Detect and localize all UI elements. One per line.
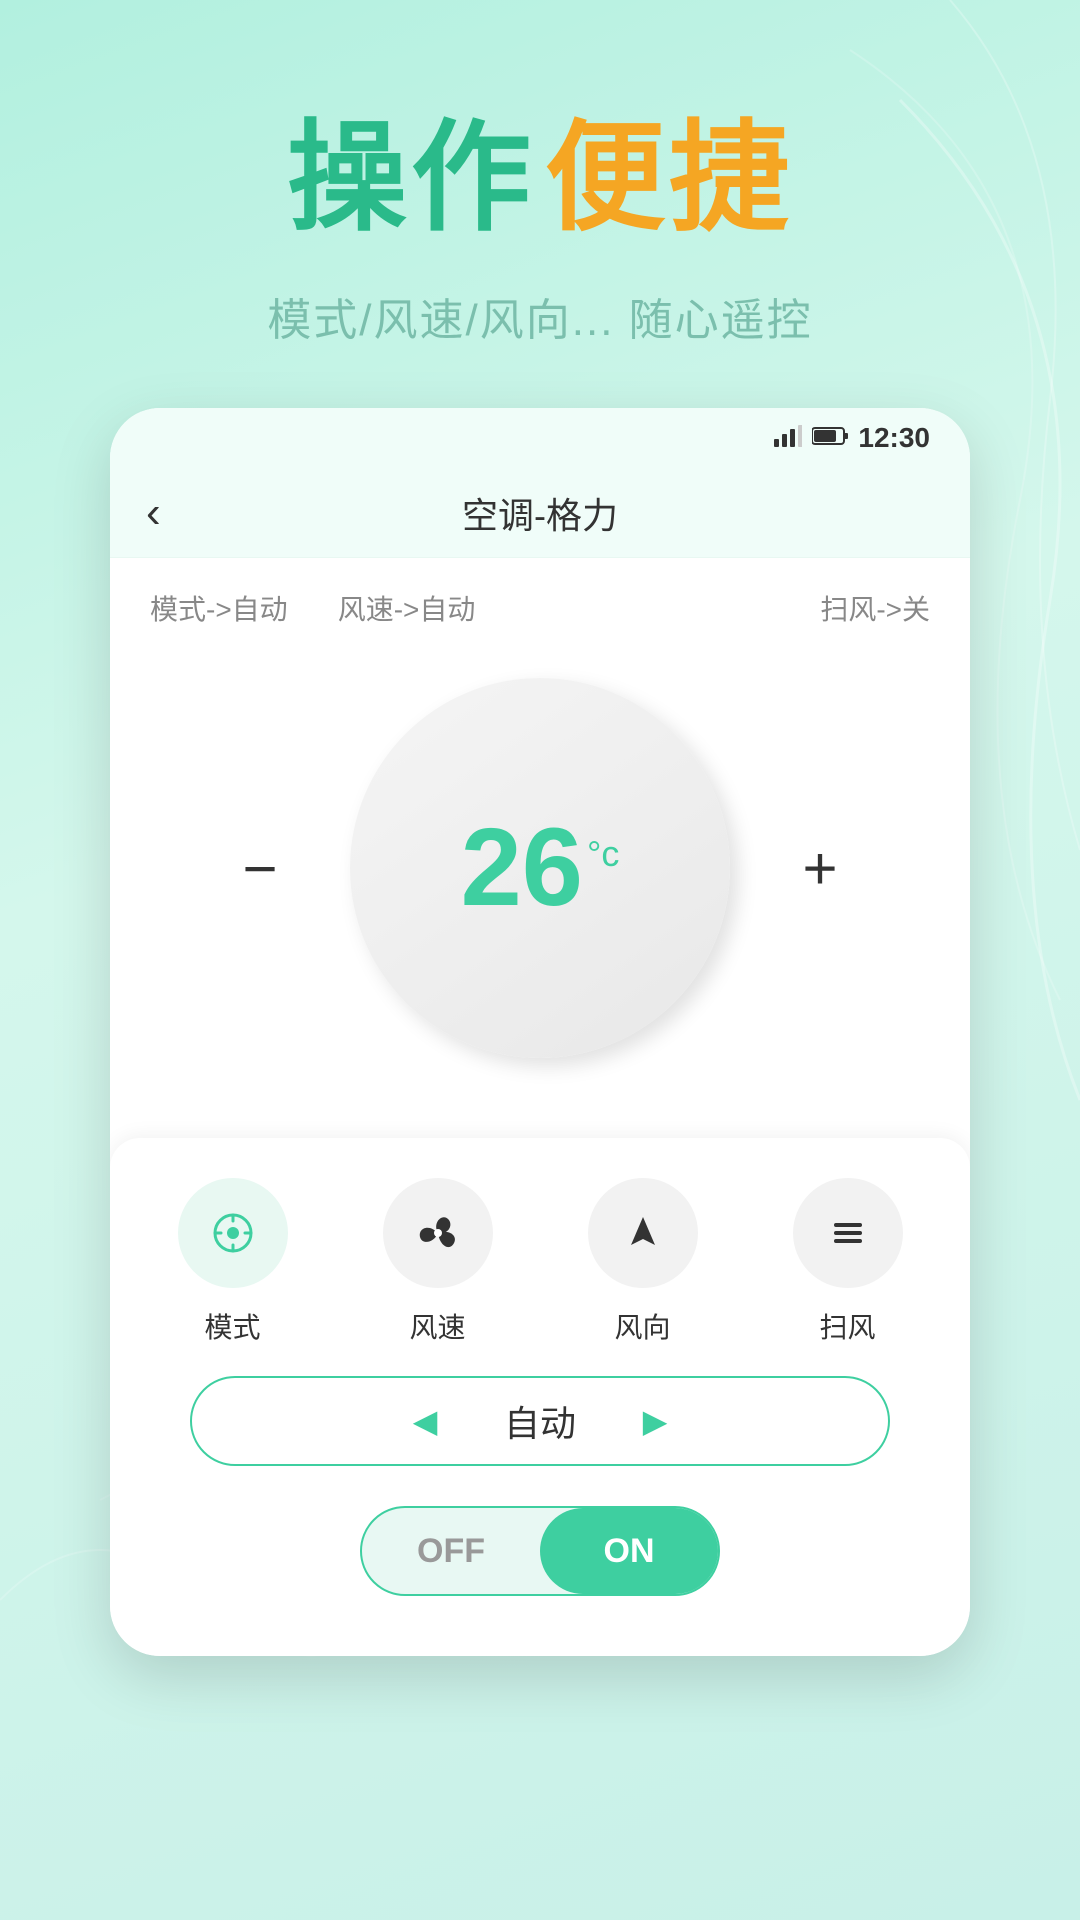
mode-info-right: 扫风->关	[820, 588, 930, 628]
status-time: 12:30	[858, 422, 930, 454]
temp-increase-button[interactable]: +	[780, 828, 860, 908]
mode-selector-value: 自动	[480, 1395, 600, 1447]
wind-dir-icon-circle	[588, 1178, 698, 1288]
power-toggle[interactable]: OFF ON	[360, 1506, 720, 1596]
direction-icon	[617, 1207, 669, 1259]
mode-info-left: 模式->自动 风速->自动	[150, 588, 475, 628]
mode-selector: ◀ 自动 ▶	[190, 1376, 890, 1466]
mode-icon-circle	[178, 1178, 288, 1288]
power-on-label: ON	[540, 1508, 718, 1594]
mode-info-mode: 模式->自动	[150, 588, 288, 628]
hero-title: 操作 便捷	[287, 80, 793, 254]
controls-grid: 模式 风速	[130, 1178, 950, 1346]
app-title: 空调-格力	[462, 487, 618, 539]
mode-label: 模式	[204, 1306, 260, 1346]
temperature-unit: °c	[587, 833, 619, 875]
wind-speed-icon-circle	[383, 1178, 493, 1288]
temperature-display: 26 °c	[461, 813, 620, 923]
control-item-wind-dir[interactable]: 风向	[588, 1178, 698, 1346]
status-bar: 12:30	[110, 408, 970, 468]
fan-icon	[412, 1207, 464, 1259]
mode-icon	[207, 1207, 259, 1259]
temperature-value: 26	[461, 813, 583, 923]
control-item-wind-speed[interactable]: 风速	[383, 1178, 493, 1346]
mode-info-sweep: 扫风->关	[820, 594, 930, 625]
signal-icon	[774, 425, 802, 452]
sweep-icon	[822, 1207, 874, 1259]
mode-info-wind-speed: 风速->自动	[338, 588, 476, 628]
sweep-icon-circle	[793, 1178, 903, 1288]
control-item-mode[interactable]: 模式	[178, 1178, 288, 1346]
wind-speed-label: 风速	[409, 1306, 465, 1346]
mode-next-button[interactable]: ▶	[630, 1396, 680, 1446]
status-icons: 12:30	[774, 422, 930, 454]
control-area: 模式->自动 风速->自动 扫风->关 − 26 °c +	[110, 558, 970, 1138]
content-wrapper: 操作 便捷 模式/风速/风向... 随心遥控	[0, 0, 1080, 1656]
sweep-label: 扫风	[819, 1306, 875, 1346]
mode-prev-button[interactable]: ◀	[400, 1396, 450, 1446]
power-toggle-container: OFF ON	[190, 1506, 890, 1596]
temperature-control: − 26 °c +	[150, 658, 930, 1098]
controls-panel: 模式 风速	[110, 1138, 970, 1656]
temp-decrease-button[interactable]: −	[220, 828, 300, 908]
hero-title-green: 操作	[287, 80, 535, 254]
app-header: ‹ 空调-格力	[110, 468, 970, 558]
hero-subtitle: 模式/风速/风向... 随心遥控	[267, 284, 812, 348]
mode-info-bar: 模式->自动 风速->自动 扫风->关	[150, 588, 930, 628]
back-button[interactable]: ‹	[146, 488, 161, 538]
wind-dir-label: 风向	[614, 1306, 670, 1346]
temperature-circle: 26 °c	[350, 678, 730, 1058]
hero-title-orange: 便捷	[545, 80, 793, 254]
battery-icon	[812, 426, 848, 451]
power-off-label: OFF	[362, 1508, 540, 1594]
phone-mockup: 12:30 ‹ 空调-格力 模式->自动 风速->自动 扫风->关 −	[110, 408, 970, 1656]
control-item-sweep[interactable]: 扫风	[793, 1178, 903, 1346]
